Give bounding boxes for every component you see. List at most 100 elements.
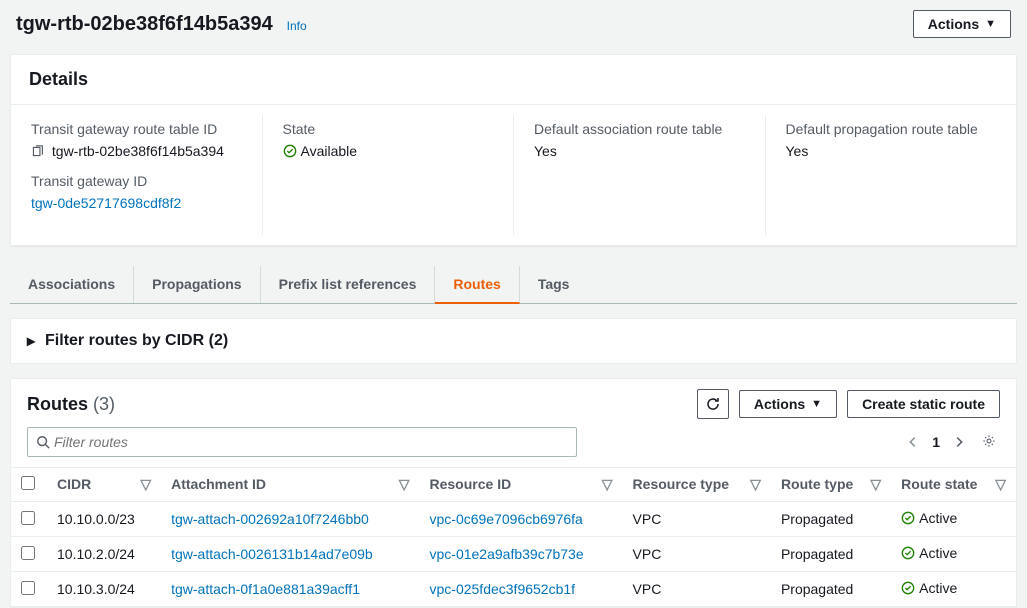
route-table-id-label: Transit gateway route table ID [31,121,242,137]
cell-routestate: Active [891,537,1016,572]
sort-icon: ▽ [602,476,613,493]
tabs: Associations Propagations Prefix list re… [10,266,1017,304]
caret-down-icon: ▼ [985,18,996,30]
routes-count: (3) [93,394,115,414]
cell-attachment: tgw-attach-0f1a0e881a39acff1 [161,572,419,607]
col-restype[interactable]: Resource type▽ [623,468,771,502]
col-checkbox-all [11,468,47,502]
cell-resource: vpc-0c69e7096cb6976fa [420,502,623,537]
cell-routetype: Propagated [771,502,891,537]
state-label: State [283,121,494,137]
filter-expander: ▸ Filter routes by CIDR (2) [10,318,1017,364]
resource-link[interactable]: vpc-025fdec3f9652cb1f [430,581,576,597]
filter-expander-toggle[interactable]: ▸ Filter routes by CIDR (2) [27,331,1000,351]
cell-attachment: tgw-attach-0026131b14ad7e09b [161,537,419,572]
details-title: Details [11,55,1016,105]
prop-value: Yes [786,143,997,159]
page-header: tgw-rtb-02be38f6f14b5a394 Info Actions ▼ [0,0,1027,46]
routes-title-text: Routes [27,394,88,414]
col-resource[interactable]: Resource ID▽ [420,468,623,502]
row-checkbox[interactable] [21,511,35,525]
sort-icon: ▽ [750,476,761,493]
cell-cidr: 10.10.0.0/23 [47,502,161,537]
filter-row: 1 [11,427,1016,467]
state-value: Available [283,143,358,159]
cell-routestate: Active [891,572,1016,607]
cell-cidr: 10.10.2.0/24 [47,537,161,572]
gear-icon [982,434,996,448]
resource-link[interactable]: vpc-01e2a9afb39c7b73e [430,546,584,562]
page-title: tgw-rtb-02be38f6f14b5a394 [16,13,273,35]
sort-icon: ▽ [399,476,410,493]
col-routetype[interactable]: Route type▽ [771,468,891,502]
filter-input-wrap [27,427,577,457]
filter-expander-title: Filter routes by CIDR (2) [45,332,228,350]
routes-title: Routes (3) [27,394,115,415]
select-all-checkbox[interactable] [21,476,35,490]
check-circle-icon [901,546,915,560]
col-attachment[interactable]: Attachment ID▽ [161,468,419,502]
details-col-4: Default propagation route table Yes [766,115,1017,235]
cell-routetype: Propagated [771,572,891,607]
prev-page-icon[interactable] [906,435,920,449]
next-page-icon[interactable] [952,435,966,449]
row-checkbox[interactable] [21,581,35,595]
filter-routes-input[interactable] [50,432,568,452]
attachment-link[interactable]: tgw-attach-0026131b14ad7e09b [171,546,373,562]
col-routestate[interactable]: Route state▽ [891,468,1016,502]
tgw-id-link[interactable]: tgw-0de52717698cdf8f2 [31,195,181,211]
cell-routestate: Active [891,502,1016,537]
details-col-1: Transit gateway route table ID tgw-rtb-0… [11,115,263,235]
row-checkbox[interactable] [21,546,35,560]
pager: 1 [906,430,1000,455]
row-checkbox-cell [11,502,47,537]
table-row: 10.10.2.0/24 tgw-attach-0026131b14ad7e09b… [11,537,1016,572]
sort-icon: ▽ [140,476,151,493]
cell-routetype: Propagated [771,537,891,572]
table-row: 10.10.0.0/23 tgw-attach-002692a10f7246bb0… [11,502,1016,537]
caret-down-icon: ▼ [811,398,822,410]
tgw-id-label: Transit gateway ID [31,173,242,189]
sort-icon: ▽ [995,476,1006,493]
cell-attachment: tgw-attach-002692a10f7246bb0 [161,502,419,537]
tab-propagations[interactable]: Propagations [134,266,260,303]
route-state-text: Active [919,580,957,596]
sort-icon: ▽ [870,476,881,493]
resource-link[interactable]: vpc-0c69e7096cb6976fa [430,511,583,527]
tab-associations[interactable]: Associations [10,266,134,303]
create-route-label: Create static route [862,396,985,412]
tab-routes[interactable]: Routes [435,266,519,304]
tab-tags[interactable]: Tags [520,266,588,303]
create-static-route-button[interactable]: Create static route [847,390,1000,418]
refresh-icon [705,396,721,412]
routes-actions-button[interactable]: Actions ▼ [739,390,837,418]
routes-header: Routes (3) Actions ▼ Create static route [11,379,1016,427]
state-text: Available [301,143,358,159]
attachment-link[interactable]: tgw-attach-0f1a0e881a39acff1 [171,581,360,597]
actions-button-label: Actions [928,16,979,32]
cell-resource: vpc-01e2a9afb39c7b73e [420,537,623,572]
route-table-id-value: tgw-rtb-02be38f6f14b5a394 [31,143,242,159]
details-col-3: Default association route table Yes [514,115,766,235]
table-header-row: CIDR▽ Attachment ID▽ Resource ID▽ Resour… [11,468,1016,502]
caret-right-icon: ▸ [27,331,35,351]
route-state-text: Active [919,545,957,561]
assoc-label: Default association route table [534,121,745,137]
info-link[interactable]: Info [287,19,307,33]
col-cidr[interactable]: CIDR▽ [47,468,161,502]
tab-prefix[interactable]: Prefix list references [261,266,436,303]
page-number: 1 [932,434,940,450]
row-checkbox-cell [11,572,47,607]
settings-button[interactable] [978,430,1000,455]
routes-panel: Routes (3) Actions ▼ Create static route… [10,378,1017,608]
assoc-value: Yes [534,143,745,159]
check-circle-icon [901,581,915,595]
row-checkbox-cell [11,537,47,572]
actions-button[interactable]: Actions ▼ [913,10,1011,38]
route-table-id-text: tgw-rtb-02be38f6f14b5a394 [52,143,224,159]
attachment-link[interactable]: tgw-attach-002692a10f7246bb0 [171,511,369,527]
copy-icon[interactable] [31,145,44,158]
route-state-text: Active [919,510,957,526]
details-col-2: State Available [263,115,515,235]
refresh-button[interactable] [697,389,729,419]
